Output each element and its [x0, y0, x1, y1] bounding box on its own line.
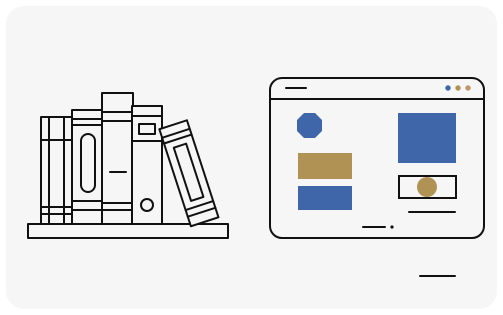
book-2: [71, 109, 104, 225]
bottom-dot: [390, 225, 394, 229]
image-placeholder: [398, 113, 456, 163]
browser-window-icon: [269, 77, 485, 239]
window-dot-gold: [455, 85, 461, 91]
octagon-shape: [297, 113, 322, 138]
blue-block: [298, 186, 352, 210]
illustration-canvas: [0, 0, 503, 315]
window-dot-tan: [465, 85, 471, 91]
bookshelf-icon: [27, 92, 229, 239]
window-dot-blue: [445, 85, 451, 91]
gold-coin-icon: [417, 177, 437, 197]
gold-block: [298, 153, 352, 179]
illustration-svg: [27, 77, 485, 277]
shelf: [27, 223, 229, 239]
